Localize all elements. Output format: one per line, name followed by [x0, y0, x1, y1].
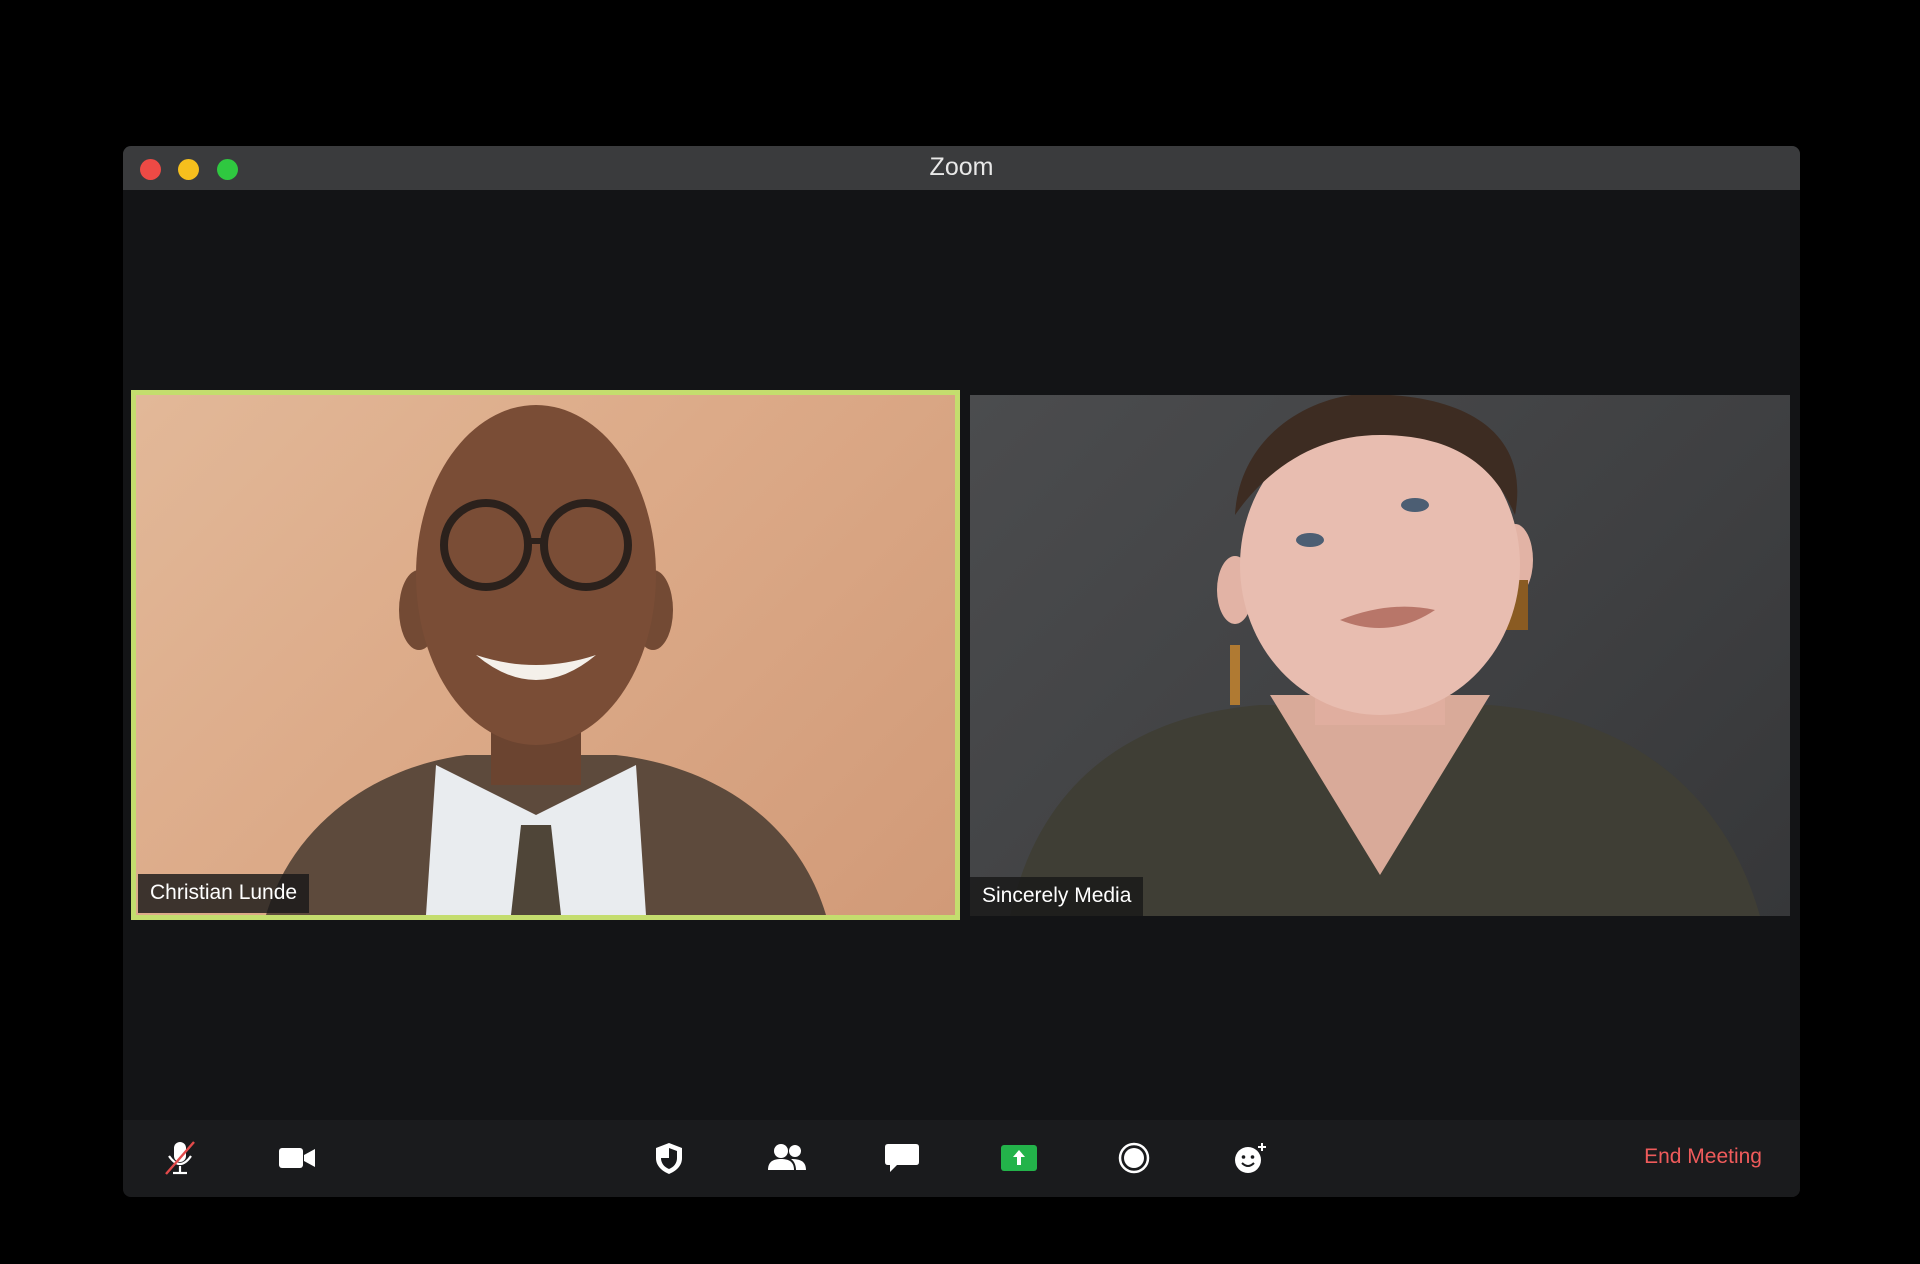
participant-tile-christian-lunde[interactable]: Christian Lunde — [131, 390, 960, 920]
security-button[interactable] — [647, 1138, 691, 1178]
camera-icon — [279, 1148, 315, 1168]
record-icon — [1118, 1142, 1150, 1174]
shield-icon — [656, 1143, 682, 1174]
chat-button[interactable] — [880, 1138, 924, 1178]
participant-name-tag: Sincerely Media — [970, 877, 1144, 916]
participant-video-sincerely-media — [1010, 395, 1760, 916]
participant-tile-sincerely-media[interactable]: Sincerely Media — [970, 395, 1790, 916]
share-screen-button[interactable] — [997, 1138, 1041, 1178]
participant-name-tag: Christian Lunde — [138, 874, 310, 913]
participant-video-christian-lunde — [266, 405, 826, 915]
reaction-icon — [1235, 1143, 1266, 1173]
zoom-window: Zoom Christian Lunde Sincerely Media End… — [123, 146, 1800, 1197]
reactions-button[interactable] — [1228, 1138, 1272, 1178]
end-meeting-button[interactable]: End Meeting — [1644, 1145, 1762, 1169]
chat-icon — [885, 1144, 919, 1172]
people-icon — [768, 1144, 806, 1170]
title-bar[interactable]: Zoom — [123, 146, 1800, 190]
window-title: Zoom — [929, 153, 994, 181]
share-screen-icon — [1001, 1145, 1037, 1171]
participants-button[interactable] — [765, 1138, 809, 1178]
mic-muted-icon — [165, 1141, 195, 1175]
meeting-toolbar: End Meeting — [123, 1120, 1800, 1197]
video-button[interactable] — [275, 1138, 319, 1178]
record-button[interactable] — [1112, 1138, 1156, 1178]
mute-button[interactable] — [158, 1138, 202, 1178]
